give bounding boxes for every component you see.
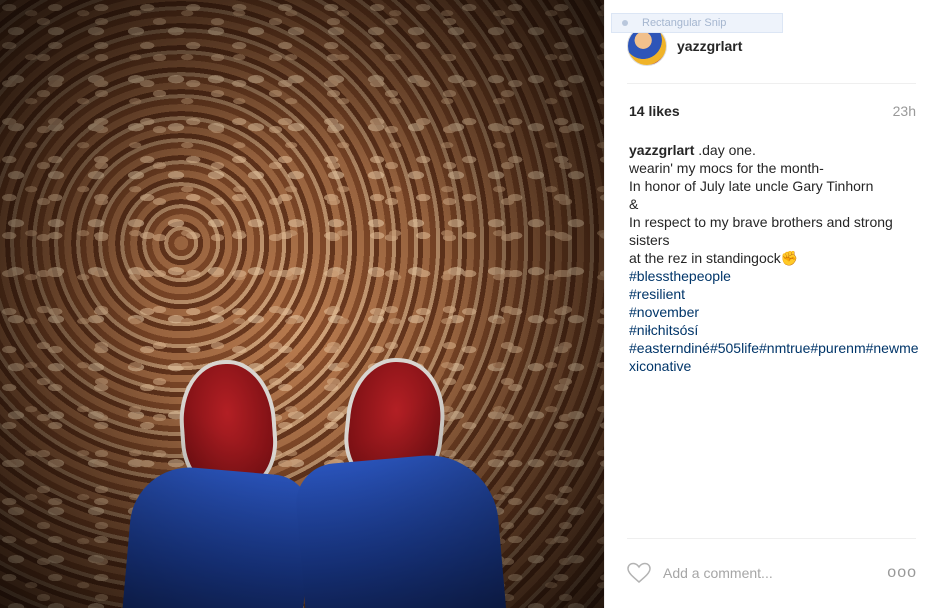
post-details-panel: yazzgrlart 14 likes 23h yazzgrlart .day … [604,0,938,608]
hashtag-run-link[interactable]: #easterndiné#505life#nmtrue#purenm#newme… [629,339,919,375]
hashtag-link[interactable]: #niłchitsósí [629,321,919,339]
caption: yazzgrlart .day one. wearin' my mocs for… [629,141,919,375]
likes-count[interactable]: 14 likes [629,103,680,119]
username-link[interactable]: yazzgrlart [677,38,742,54]
more-options-icon[interactable]: ooo [887,564,917,582]
caption-author[interactable]: yazzgrlart [629,142,694,158]
photo-vignette [0,0,604,608]
caption-line: In respect to my brave brothers and stro… [629,214,893,248]
hashtag-link[interactable]: #resilient [629,285,919,303]
footer-divider [627,538,916,539]
caption-line: at the rez in standingock✊ [629,250,799,266]
caption-line: & [629,196,639,212]
comment-input[interactable]: Add a comment... [663,565,887,581]
hashtag-link[interactable]: #blessthepeople [629,267,919,285]
rectangular-snip-overlay: Rectangular Snip [611,13,783,33]
snip-dot-icon [622,20,628,26]
heart-icon[interactable] [627,562,651,584]
post-timestamp[interactable]: 23h [893,103,916,119]
caption-first-line: yazzgrlart .day one. [629,141,919,159]
caption-text: .day one. [698,142,756,158]
snip-label: Rectangular Snip [642,17,727,29]
header-divider [627,83,916,84]
likes-row: 14 likes 23h [629,103,916,119]
hashtag-link[interactable]: #november [629,303,919,321]
caption-line: wearin' my mocs for the month- [629,160,824,176]
comment-bar: Add a comment... ooo [627,558,917,588]
post-photo[interactable] [0,0,604,608]
caption-line: In honor of July late uncle Gary Tinhorn [629,178,874,194]
